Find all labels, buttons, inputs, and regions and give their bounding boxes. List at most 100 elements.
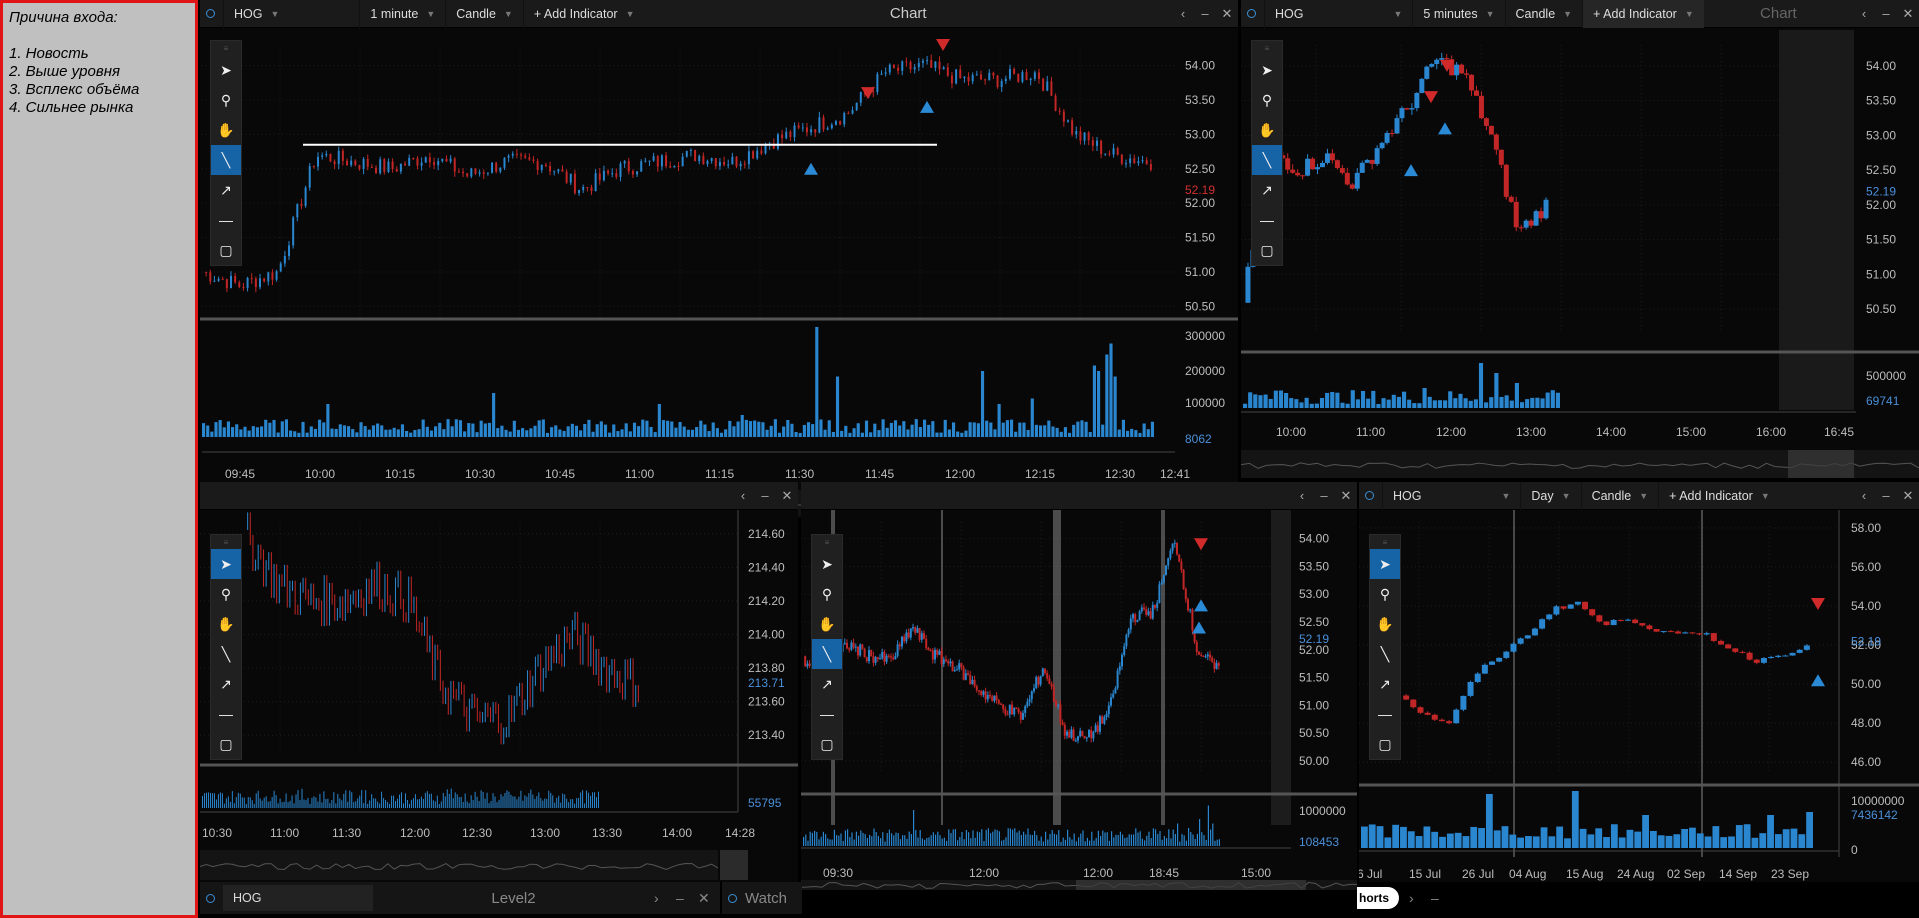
candle xyxy=(907,632,910,638)
candle xyxy=(909,628,912,638)
zoom-icon[interactable]: ⚲ xyxy=(1370,579,1400,609)
volume-bar xyxy=(560,802,562,808)
volume-bar xyxy=(1125,430,1130,437)
zoom-icon[interactable]: ⚲ xyxy=(812,579,842,609)
arrow-icon[interactable]: ↗ xyxy=(1252,175,1282,205)
volume-bar xyxy=(275,795,277,808)
horizontal-line-icon[interactable]: — xyxy=(812,699,842,729)
rectangle-icon[interactable]: ▢ xyxy=(211,235,241,265)
horizontal-line-icon[interactable]: — xyxy=(211,699,241,729)
candle xyxy=(536,160,539,171)
candle xyxy=(1052,686,1055,702)
shorts-tab[interactable]: horts xyxy=(1357,887,1399,909)
candle xyxy=(1061,722,1064,725)
volume-bar xyxy=(580,792,582,808)
candle xyxy=(602,170,605,181)
grip-icon[interactable]: ≡ xyxy=(1252,41,1282,55)
shorts-window-bar: horts › – xyxy=(1357,882,1497,914)
volume-bar xyxy=(974,837,976,846)
pointer-icon[interactable]: ➤ xyxy=(1252,55,1282,85)
line-icon[interactable]: ╲ xyxy=(1252,145,1282,175)
candle xyxy=(1182,569,1185,589)
horizontal-line-icon[interactable]: — xyxy=(1370,699,1400,729)
time-tick: 24 Aug xyxy=(1617,867,1654,881)
grip-icon[interactable]: ≡ xyxy=(812,535,842,549)
volume-bar xyxy=(852,428,856,437)
hand-icon[interactable]: ✋ xyxy=(1370,609,1400,639)
candle xyxy=(230,275,233,289)
pointer-icon[interactable]: ➤ xyxy=(211,55,241,85)
pin-icon[interactable] xyxy=(728,893,737,903)
arrow-icon[interactable]: ↗ xyxy=(211,669,241,699)
candle xyxy=(689,149,692,151)
candle xyxy=(317,156,320,167)
volume-bar xyxy=(1665,835,1673,848)
hand-icon[interactable]: ✋ xyxy=(211,609,241,639)
time-tick: 10:45 xyxy=(545,467,575,481)
volume-bar xyxy=(1458,393,1463,408)
volume-bar xyxy=(864,834,866,846)
pointer-icon[interactable]: ➤ xyxy=(211,549,241,579)
zoom-icon[interactable]: ⚲ xyxy=(211,85,241,115)
volume-bar xyxy=(1188,828,1190,846)
volume-bar xyxy=(753,420,757,437)
minimize-icon[interactable]: – xyxy=(1431,890,1453,906)
volume-bar xyxy=(906,429,910,437)
rectangle-icon[interactable]: ▢ xyxy=(1370,729,1400,759)
candle xyxy=(1127,629,1130,635)
level2-symbol-selector[interactable]: HOG xyxy=(223,885,373,911)
candle xyxy=(960,663,963,668)
volume-bar xyxy=(645,420,649,437)
candle xyxy=(1011,704,1013,715)
grip-icon[interactable]: ≡ xyxy=(211,535,241,549)
arrow-icon[interactable]: ↗ xyxy=(211,175,241,205)
hand-icon[interactable]: ✋ xyxy=(211,115,241,145)
rectangle-icon[interactable]: ▢ xyxy=(1252,235,1282,265)
volume-bar xyxy=(305,432,309,437)
forward-icon[interactable]: › xyxy=(1409,890,1431,906)
candle xyxy=(857,646,859,656)
candle xyxy=(848,648,851,650)
volume-bar xyxy=(479,420,483,437)
volume-bar xyxy=(347,426,351,437)
rectangle-icon[interactable]: ▢ xyxy=(812,729,842,759)
line-icon[interactable]: ╲ xyxy=(211,145,241,175)
candle xyxy=(1531,628,1538,636)
candle xyxy=(437,161,440,166)
volume-bar xyxy=(1564,838,1571,848)
volume-bar xyxy=(550,427,554,437)
arrow-icon[interactable]: ↗ xyxy=(812,669,842,699)
volume-bar xyxy=(297,790,299,808)
volume-bar xyxy=(504,429,508,437)
pointer-icon[interactable]: ➤ xyxy=(812,549,842,579)
line-icon[interactable]: ╲ xyxy=(1370,639,1400,669)
candle xyxy=(975,686,978,691)
line-icon[interactable]: ╲ xyxy=(812,639,842,669)
line-icon[interactable]: ╲ xyxy=(211,639,241,669)
volume-bar xyxy=(1030,398,1034,437)
grip-icon[interactable]: ≡ xyxy=(1370,535,1400,549)
zoom-icon[interactable]: ⚲ xyxy=(1252,85,1282,115)
horizontal-line-icon[interactable]: — xyxy=(211,205,241,235)
pointer-icon[interactable]: ➤ xyxy=(1370,549,1400,579)
rectangle-icon[interactable]: ▢ xyxy=(211,729,241,759)
volume-bar xyxy=(1170,838,1172,846)
hand-icon[interactable]: ✋ xyxy=(812,609,842,639)
pin-icon[interactable] xyxy=(206,893,215,903)
volume-bar xyxy=(1179,841,1181,846)
horizontal-line-icon[interactable]: — xyxy=(1252,205,1282,235)
grip-icon[interactable]: ≡ xyxy=(211,41,241,55)
zoom-icon[interactable]: ⚲ xyxy=(211,579,241,609)
volume-bar xyxy=(1031,834,1033,846)
candle xyxy=(1000,81,1003,88)
hand-icon[interactable]: ✋ xyxy=(1252,115,1282,145)
close-icon[interactable]: ✕ xyxy=(698,890,720,907)
candle xyxy=(918,628,921,640)
volume-bar xyxy=(418,799,420,808)
volume-bar xyxy=(641,419,645,437)
back-icon[interactable]: › xyxy=(654,890,676,906)
arrow-icon[interactable]: ↗ xyxy=(1370,669,1400,699)
volume-bar xyxy=(1007,828,1009,846)
minimize-icon[interactable]: – xyxy=(676,890,698,906)
volume-bar xyxy=(996,830,998,846)
